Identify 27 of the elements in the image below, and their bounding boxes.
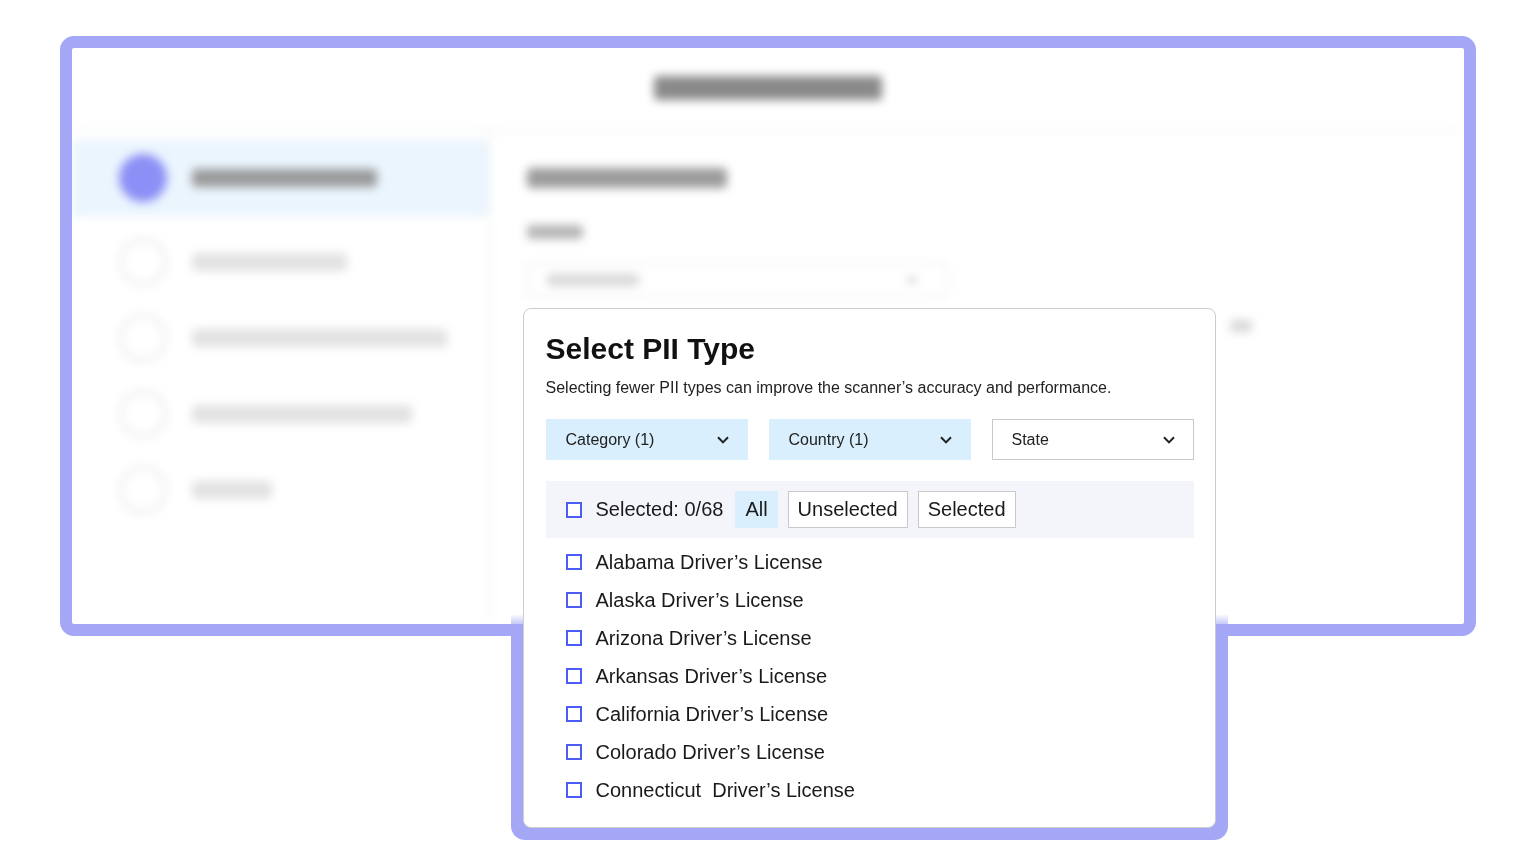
- pii-type-label: California Driver’s License: [595, 702, 829, 726]
- chevron-down-icon: [939, 435, 952, 444]
- view-tab[interactable]: Selected: [917, 491, 1016, 528]
- chevron-down-icon: [716, 435, 729, 444]
- filter-dropdown[interactable]: State: [991, 419, 1194, 460]
- checkbox[interactable]: [565, 706, 582, 722]
- pii-type-label: Colorado Driver’s License: [595, 740, 825, 764]
- select-all-checkbox[interactable]: [565, 501, 582, 518]
- filter-dropdown[interactable]: Category (1): [545, 419, 748, 460]
- pii-type-label: Arkansas Driver’s License: [595, 664, 828, 688]
- view-tab[interactable]: Unselected: [787, 491, 908, 528]
- selection-count: Selected: 0/68: [595, 498, 724, 521]
- pii-type-label: Connecticut Driver’s License: [595, 778, 855, 802]
- checkbox[interactable]: [565, 668, 582, 684]
- checkbox[interactable]: [565, 744, 582, 760]
- pii-type-label: Alaska Driver’s License: [595, 588, 804, 612]
- pii-type-label: Arizona Driver’s License: [595, 626, 812, 650]
- checkbox[interactable]: [565, 630, 582, 646]
- checkbox[interactable]: [565, 592, 582, 608]
- pii-type-label: Alabama Driver’s License: [595, 550, 823, 574]
- view-tab[interactable]: All: [735, 491, 778, 528]
- checkbox[interactable]: [565, 782, 582, 798]
- filter-dropdown[interactable]: Country (1): [768, 419, 971, 460]
- chevron-down-icon: [1162, 435, 1175, 444]
- modal-description: Selecting fewer PII types can improve the scanner’s accuracy and performance.: [545, 378, 1113, 398]
- modal-title: Select PII Type: [545, 331, 757, 367]
- checkbox[interactable]: [565, 554, 582, 570]
